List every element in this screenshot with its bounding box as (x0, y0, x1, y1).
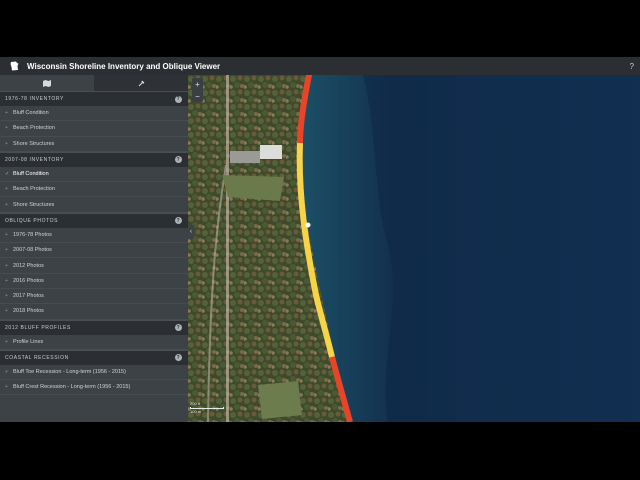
video-letterbox-top (0, 0, 640, 57)
bullet-icon: + (5, 308, 8, 315)
zoom-in-button[interactable]: + (192, 78, 203, 90)
layer-label: 2017 Photos (13, 293, 44, 300)
section-title: 2007-08 INVENTORY (5, 156, 64, 163)
bullet-icon: + (5, 201, 8, 208)
zoom-control: + − (192, 78, 203, 102)
layer-item[interactable]: + Bluff Toe Recession - Long-term (1956 -… (0, 365, 188, 381)
layer-label: Bluff Condition (13, 171, 49, 178)
building (230, 151, 260, 163)
video-letterbox-bottom (0, 422, 640, 480)
bullet-icon: + (5, 140, 8, 147)
layer-item[interactable]: + Shore Structures (0, 197, 188, 213)
scale-label-bottom: 100 m (190, 409, 202, 414)
bullet-icon: + (5, 247, 8, 254)
section-header[interactable]: 1976-78 INVENTORY? (0, 91, 188, 106)
layer-label: 1976-78 Photos (13, 231, 52, 238)
green-field (222, 175, 284, 201)
layer-item[interactable]: + Shore Structures (0, 137, 188, 152)
layer-label: 2018 Photos (13, 308, 44, 315)
help-icon[interactable]: ? (175, 217, 182, 225)
zoom-out-button[interactable]: − (192, 90, 203, 102)
layer-label: Bluff Condition (13, 110, 49, 117)
collapse-sidebar-button[interactable]: ‹ (188, 225, 194, 239)
layer-item[interactable]: +1976-78 Photos (0, 228, 188, 244)
bullet-icon: + (5, 262, 8, 269)
map-icon (43, 79, 51, 87)
bullet-icon: + (5, 231, 8, 238)
app-header: Wisconsin Shoreline Inventory and Obliqu… (0, 57, 640, 75)
layer-item[interactable]: + Bluff Condition (0, 106, 188, 122)
layer-label: Bluff Crest Recession - Long-term (1956 … (13, 384, 131, 391)
map-view[interactable]: + − ‹ 200 ft 100 m (188, 75, 640, 422)
sidebar-tabs (0, 75, 188, 91)
app-title: Wisconsin Shoreline Inventory and Obliqu… (27, 61, 221, 71)
help-icon[interactable]: ? (175, 156, 182, 164)
layer-sections: 1976-78 INVENTORY? + Bluff Condition + Beach… (0, 91, 188, 396)
bullet-icon: + (5, 338, 8, 345)
scale-bar: 200 ft 100 m (190, 401, 224, 414)
layer-sidebar: 1976-78 INVENTORY? + Bluff Condition + Beach… (0, 75, 188, 422)
layer-label: 2016 Photos (13, 277, 44, 284)
wisconsin-state-icon (9, 61, 19, 71)
layer-label: Shore Structures (13, 201, 55, 208)
layer-item[interactable]: ✓ Bluff Condition (0, 167, 188, 183)
section-header[interactable]: OBLIQUE PHOTOS? (0, 212, 188, 228)
section-title: COASTAL RECESSION (5, 354, 69, 361)
layer-item[interactable]: +2017 Photos (0, 289, 188, 305)
layer-label: Profile Lines (13, 338, 44, 345)
satellite-map[interactable] (188, 75, 640, 422)
checkmark-icon: ✓ (5, 171, 10, 178)
scale-label-top: 200 ft (190, 401, 201, 406)
bullet-icon: + (5, 277, 8, 284)
map-cursor (305, 222, 311, 228)
help-icon[interactable]: ? (630, 62, 634, 71)
tab-layers[interactable] (0, 75, 94, 91)
section-header[interactable]: COASTAL RECESSION? (0, 349, 188, 365)
layer-label: 2007-08 Photos (13, 247, 52, 254)
layer-item[interactable]: + Bluff Crest Recession - Long-term (1956… (0, 380, 188, 396)
layer-item[interactable]: +2018 Photos (0, 304, 188, 320)
bullet-icon: + (5, 110, 8, 117)
help-icon[interactable]: ? (175, 324, 182, 332)
bullet-icon: + (5, 186, 8, 193)
deep-water-shadow (363, 75, 640, 422)
layer-label: Beach Protection (13, 125, 55, 132)
layer-label: Beach Protection (13, 186, 55, 193)
bullet-icon: + (5, 125, 8, 132)
bullet-icon: + (5, 293, 8, 300)
layer-item[interactable]: +2016 Photos (0, 274, 188, 289)
layer-item[interactable]: + Profile Lines (0, 335, 188, 350)
tab-tools[interactable] (94, 75, 188, 91)
section-title: 1976-78 INVENTORY (5, 96, 64, 102)
layer-label: Shore Structures (13, 140, 55, 147)
section-header[interactable]: 2012 BLUFF PROFILES? (0, 319, 188, 335)
layer-label: 2012 Photos (13, 262, 44, 269)
layer-item[interactable]: + Beach Protection (0, 121, 188, 137)
section-title: OBLIQUE PHOTOS (5, 217, 59, 224)
bullet-icon: + (5, 369, 8, 375)
section-header[interactable]: 2007-08 INVENTORY? (0, 151, 188, 167)
help-icon[interactable]: ? (175, 95, 182, 103)
section-title: 2012 BLUFF PROFILES (5, 324, 71, 331)
building (260, 145, 282, 159)
tools-icon (138, 80, 144, 86)
road-vertical (226, 75, 229, 422)
bullet-icon: + (5, 384, 8, 391)
green-field (258, 381, 302, 419)
layer-item[interactable]: +2012 Photos (0, 258, 188, 274)
help-icon[interactable]: ? (175, 354, 182, 362)
layer-item[interactable]: + Beach Protection (0, 182, 188, 198)
layer-item[interactable]: +2007-08 Photos (0, 243, 188, 259)
layer-label: Bluff Toe Recession - Long-term (1956 - … (13, 369, 126, 375)
